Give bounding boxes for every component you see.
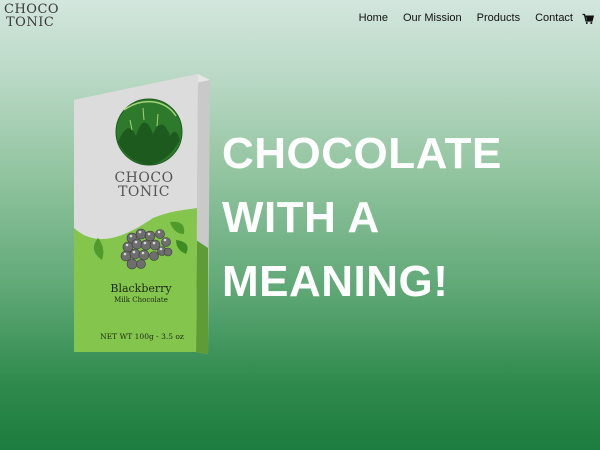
pack-net-weight: NET WT 100g - 3.5 oz	[100, 332, 184, 341]
site-logo[interactable]: CHOCO TONIC	[4, 3, 59, 33]
cart-icon[interactable]	[582, 12, 595, 24]
pack-brand-logo: CHOCO TONIC	[109, 171, 179, 199]
hero-line-3: MEANING!	[222, 257, 449, 306]
pack-brand-line-1: CHOCO	[114, 170, 174, 186]
nav-products[interactable]: Products	[477, 12, 520, 24]
main-nav: Home Our Mission Products Contact	[344, 10, 595, 26]
logo-line-2: TONIC	[6, 15, 55, 30]
pack-brand-line-2: TONIC	[118, 184, 170, 200]
pack-flavor-name: Blackberry	[110, 282, 172, 295]
hero-line-2: WITH A	[222, 193, 380, 242]
nav-contact[interactable]: Contact	[535, 12, 573, 24]
product-image	[58, 70, 218, 360]
hero-headline: CHOCOLATE WITH A MEANING!	[222, 122, 582, 314]
hero-line-1: CHOCOLATE	[222, 129, 502, 178]
pack-flavor-type: Milk Chocolate	[114, 296, 168, 304]
nav-home[interactable]: Home	[359, 12, 388, 24]
nav-our-mission[interactable]: Our Mission	[403, 12, 462, 24]
pack-flavor: Blackberry Milk Chocolate	[96, 282, 186, 304]
